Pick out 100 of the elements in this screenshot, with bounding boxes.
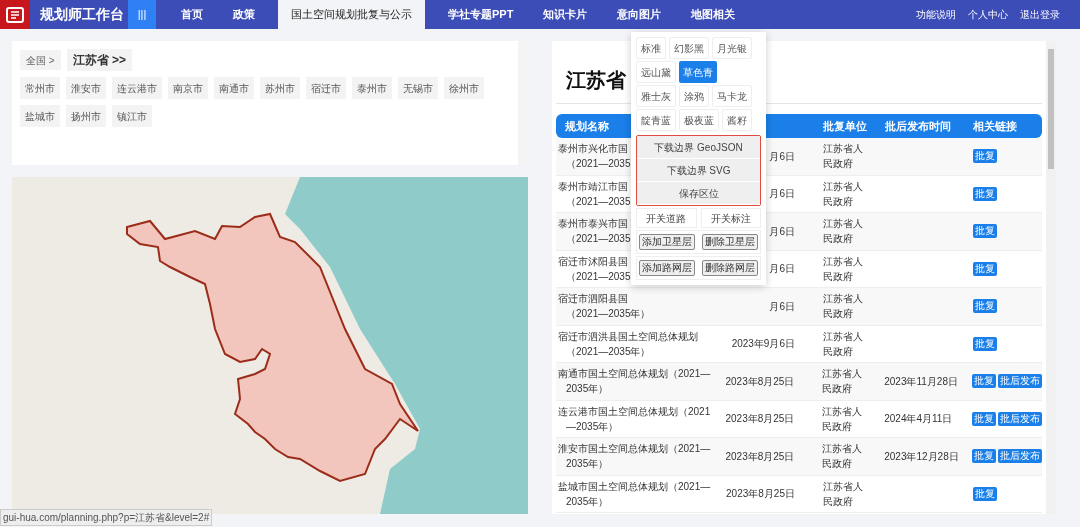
- plan-name-line: 泰州市靖江市国: [558, 179, 628, 194]
- city-chip[interactable]: 无锡市: [398, 77, 438, 99]
- table-scrollbar[interactable]: [1046, 41, 1056, 514]
- map-style-option[interactable]: 马卡龙: [712, 85, 752, 107]
- app-title: 规划师工作台: [40, 5, 125, 24]
- header-link[interactable]: 个人中心: [968, 7, 1008, 22]
- approval-unit-cell-text: 江苏省人民政府: [822, 367, 864, 397]
- nav-tab[interactable]: 国土空间规划批复与公示: [278, 0, 425, 29]
- breadcrumb-link[interactable]: 江苏省 >>: [66, 49, 132, 71]
- document-link-badge[interactable]: 批复: [973, 486, 997, 501]
- layer-button[interactable]: 删除卫星层: [702, 234, 758, 250]
- toggle-button[interactable]: 开关标注: [700, 208, 761, 228]
- export-action-button[interactable]: 下载边界 SVG: [637, 159, 760, 182]
- city-chip[interactable]: 泰州市: [352, 77, 392, 99]
- city-chip[interactable]: 南京市: [168, 77, 208, 99]
- approval-date-cell-text: 月6日: [769, 262, 795, 277]
- approval-date-cell-text: 月6日: [769, 224, 795, 239]
- city-chip[interactable]: 盐城市: [20, 105, 60, 127]
- document-link-badge[interactable]: 批复: [972, 374, 996, 389]
- column-header: 批后发布时间: [885, 119, 951, 132]
- city-chip[interactable]: 扬州市: [66, 105, 106, 127]
- toggle-button[interactable]: 开关道路: [636, 208, 697, 228]
- map-style-option[interactable]: 草色青: [679, 61, 717, 83]
- approval-date-cell-text: 月6日: [769, 149, 795, 164]
- plan-name-line: 淮安市国土空间总体规划（2021—: [558, 442, 711, 457]
- map-style-option[interactable]: 幻影黑: [669, 37, 709, 59]
- city-chip[interactable]: 镇江市: [112, 105, 152, 127]
- menu-toggle-button[interactable]: |||: [128, 0, 156, 29]
- city-chip[interactable]: 宿迁市: [306, 77, 346, 99]
- map-style-option[interactable]: 月光银: [712, 37, 752, 59]
- approval-date-cell-text: 2023年8月25日: [726, 487, 795, 502]
- layer-button[interactable]: 添加路网层: [639, 260, 695, 276]
- document-link-badge[interactable]: 批复: [973, 336, 997, 351]
- export-action-button[interactable]: 保存区位: [637, 182, 760, 205]
- approval-date-cell-text: 月6日: [769, 187, 795, 202]
- plan-name-line: （2021—2035: [565, 194, 631, 209]
- map-style-option[interactable]: 涂鸦: [679, 85, 709, 107]
- map-style-option[interactable]: 远山黛: [636, 61, 676, 83]
- plan-name-line: 宿迁市泗阳县国: [558, 292, 628, 307]
- logo-icon: [0, 0, 30, 29]
- document-link-badge[interactable]: 批复: [972, 449, 996, 464]
- breadcrumb-link[interactable]: 全国 >: [20, 50, 61, 70]
- approval-date-cell-text: 2023年9月6日: [731, 337, 795, 352]
- city-chip[interactable]: 徐州市: [444, 77, 484, 99]
- approval-date-cell-text: 2023年8月25日: [725, 374, 795, 389]
- approval-date-cell-text: 2023年8月25日: [725, 412, 795, 427]
- map-style-option[interactable]: 酱籽: [722, 109, 752, 131]
- plan-name-line: （2021—2035: [565, 157, 631, 172]
- nav-tab[interactable]: 地图相关: [678, 0, 749, 29]
- plan-name-line: 泰州市泰兴市国: [558, 217, 628, 232]
- document-link-badge[interactable]: 批复: [973, 224, 997, 239]
- plan-name-line: （2021—2035: [565, 269, 631, 284]
- approval-date-cell-text: 2023年8月25日: [725, 449, 795, 464]
- plan-name-line: （2021—2035年）: [565, 344, 651, 359]
- plan-name-line: 盐城市国土空间总体规划（2021—: [558, 479, 711, 494]
- layer-button[interactable]: 添加卫星层: [639, 234, 695, 250]
- approval-unit-cell-text: 江苏省人民政府: [822, 442, 864, 472]
- city-chip[interactable]: 连云港市: [112, 77, 162, 99]
- province-title: 江苏省: [566, 68, 626, 93]
- city-chip[interactable]: 南通市: [214, 77, 254, 99]
- layer-button[interactable]: 删除路网层: [702, 260, 758, 276]
- approval-unit-cell-text: 江苏省人民政府: [823, 217, 864, 247]
- status-url: gui-hua.com/planning.php?p=江苏省&level=2#: [0, 509, 213, 526]
- document-link-badge[interactable]: 批复: [973, 186, 997, 201]
- map-style-option[interactable]: 雅士灰: [636, 85, 676, 107]
- city-chip[interactable]: 常州市: [20, 77, 60, 99]
- plan-name-line: 连云港市国土空间总体规划（2021: [558, 404, 711, 419]
- map-style-option[interactable]: 标准: [636, 37, 666, 59]
- header-link[interactable]: 退出登录: [1020, 7, 1060, 22]
- document-link-badge[interactable]: 批复: [973, 149, 997, 164]
- header-link[interactable]: 功能说明: [916, 7, 956, 22]
- document-link-badge[interactable]: 批后发布: [998, 374, 1042, 389]
- approval-unit-cell-text: 江苏省人民政府: [823, 142, 864, 172]
- approval-date-cell-text: 月6日: [769, 299, 795, 314]
- publish-date-cell: 2024年4月11日: [884, 413, 953, 425]
- nav-tab[interactable]: 政策: [220, 0, 268, 29]
- city-chip[interactable]: 淮安市: [66, 77, 106, 99]
- nav-tab[interactable]: 学社专题PPT: [435, 0, 527, 29]
- nav-tab[interactable]: 意向图片: [604, 0, 675, 29]
- plan-name-line: （2021—2035年）: [565, 307, 651, 322]
- document-link-badge[interactable]: 批复: [973, 299, 997, 314]
- plan-name-line: 2035年）: [565, 457, 609, 472]
- document-link-badge[interactable]: 批后发布: [998, 449, 1042, 464]
- plan-name-line: 泰州市兴化市国: [558, 142, 628, 157]
- document-link-badge[interactable]: 批复: [973, 261, 997, 276]
- plan-name-line: 2035年）: [565, 494, 609, 509]
- plan-name-line: 宿迁市沭阳县国: [558, 254, 628, 269]
- document-link-badge[interactable]: 批复: [972, 411, 996, 426]
- column-header: 相关链接: [973, 119, 1017, 132]
- map-style-option[interactable]: 极夜蓝: [679, 109, 719, 131]
- nav-tab[interactable]: 知识卡片: [530, 0, 601, 29]
- map-style-option[interactable]: 靛青蓝: [636, 109, 676, 131]
- export-action-button[interactable]: 下载边界 GeoJSON: [637, 136, 760, 159]
- plan-name-line: （2021—2035: [565, 232, 631, 247]
- plan-name-line: 2035年）: [565, 382, 609, 397]
- publish-date-cell: 2023年12月28日: [884, 450, 959, 462]
- nav-tab[interactable]: 首页: [168, 0, 216, 29]
- city-chip[interactable]: 苏州市: [260, 77, 300, 99]
- plan-name-line: 宿迁市泗洪县国土空间总体规划: [558, 329, 698, 344]
- document-link-badge[interactable]: 批后发布: [998, 411, 1042, 426]
